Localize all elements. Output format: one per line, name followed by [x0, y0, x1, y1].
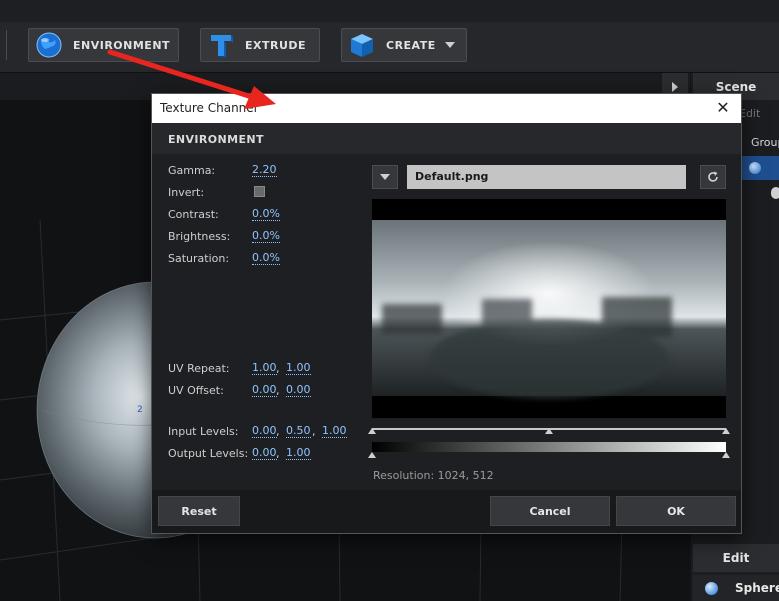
annotation-arrow-icon [107, 49, 276, 109]
